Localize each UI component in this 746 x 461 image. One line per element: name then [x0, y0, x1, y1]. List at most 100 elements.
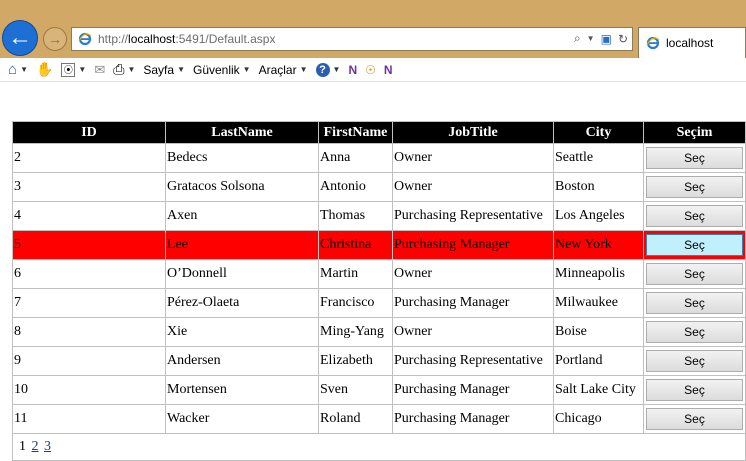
- browser-tab[interactable]: localhost: [638, 27, 746, 58]
- cell-firstname: Ming-Yang: [318, 317, 393, 347]
- cell-city: Salt Lake City: [553, 375, 644, 405]
- select-button[interactable]: Seç: [646, 147, 743, 169]
- select-button[interactable]: Seç: [646, 292, 743, 314]
- chevron-down-icon: ▼: [242, 65, 251, 74]
- cell-jobtitle: Owner: [392, 172, 554, 202]
- chevron-down-icon[interactable]: ▼: [587, 34, 595, 43]
- cell-jobtitle: Owner: [392, 143, 554, 173]
- cell-selection: Seç: [643, 375, 746, 405]
- send-to-onenote-button[interactable]: N: [384, 60, 393, 80]
- table-row: 7 Pérez-Olaeta Francisco Purchasing Manager…: [12, 288, 746, 318]
- cell-lastname: Gratacos Solsona: [165, 172, 319, 202]
- cell-firstname: Elizabeth: [318, 346, 393, 376]
- chevron-down-icon: ▼: [127, 65, 136, 74]
- cell-city: Minneapolis: [553, 259, 644, 289]
- cell-selection: Seç: [643, 317, 746, 347]
- cell-jobtitle: Purchasing Representative: [392, 201, 554, 231]
- cell-id: 2: [12, 143, 166, 173]
- help-icon: ?: [315, 62, 330, 77]
- menu-tools-label: Araçlar: [258, 62, 297, 77]
- select-button[interactable]: Seç: [646, 263, 743, 285]
- pager-row: 1 2 3: [12, 433, 746, 461]
- menu-page[interactable]: Sayfa ▼: [143, 60, 185, 80]
- cell-city: Milwaukee: [553, 288, 644, 318]
- onenote-button[interactable]: N: [348, 60, 357, 80]
- command-bar: ⌂ ▼ ✋ ⦿ ▼ ✉ ⎙ ▼ Sayfa ▼ Güvenlik ▼ Araçl…: [0, 58, 746, 82]
- cell-jobtitle: Purchasing Representative: [392, 346, 554, 376]
- mail-button[interactable]: ✉: [94, 60, 105, 80]
- feeds-button[interactable]: ⦿ ▼: [61, 60, 86, 80]
- home-icon: ⌂: [8, 61, 18, 78]
- browser-titlebar: ← → http://localhost:5491/Default.aspx ⌕…: [0, 0, 746, 58]
- cell-firstname: Anna: [318, 143, 393, 173]
- cell-city: Portland: [553, 346, 644, 376]
- pager: 1 2 3: [12, 433, 746, 461]
- arrow-left-icon: ←: [8, 24, 32, 51]
- table-row: 5 Lee Christina Purchasing Manager New York S…: [12, 230, 746, 260]
- cell-lastname: Lee: [165, 230, 319, 260]
- select-button[interactable]: Seç: [646, 379, 743, 401]
- url-protocol: http://: [98, 32, 129, 46]
- cell-lastname: Bedecs: [165, 143, 319, 173]
- header-lastname: LastName: [165, 121, 319, 144]
- cell-selection: Seç: [643, 259, 746, 289]
- select-button[interactable]: Seç: [646, 234, 743, 256]
- back-button[interactable]: ←: [2, 20, 38, 56]
- home-button[interactable]: ⌂ ▼: [8, 60, 28, 80]
- research-button[interactable]: ☉: [365, 60, 376, 80]
- cell-jobtitle: Purchasing Manager: [392, 375, 554, 405]
- rss-icon: ⦿: [61, 62, 76, 77]
- cell-selection: Seç: [643, 143, 746, 173]
- select-button[interactable]: Seç: [646, 321, 743, 343]
- cell-selection: Seç: [643, 201, 746, 231]
- select-button[interactable]: Seç: [646, 205, 743, 227]
- print-button[interactable]: ⎙ ▼: [113, 60, 135, 80]
- chevron-down-icon: ▼: [78, 65, 87, 74]
- table-row: 6 O’Donnell Martin Owner Minneapolis Seç: [12, 259, 746, 289]
- cell-id: 6: [12, 259, 166, 289]
- cell-city: Chicago: [553, 404, 644, 434]
- refresh-icon[interactable]: ↻: [618, 32, 628, 46]
- header-selection: Seçim: [643, 121, 746, 144]
- hand-tool-button[interactable]: ✋: [36, 60, 53, 80]
- ie-logo-icon: [77, 31, 93, 47]
- pager-link-page[interactable]: 2: [32, 439, 39, 454]
- menu-security[interactable]: Güvenlik ▼: [193, 60, 251, 80]
- cell-city: Boston: [553, 172, 644, 202]
- grid-header-row: ID LastName FirstName JobTitle City Seçi…: [12, 121, 746, 144]
- cell-selection: Seç: [643, 230, 746, 260]
- pager-link-page[interactable]: 3: [44, 439, 51, 454]
- menu-security-label: Güvenlik: [192, 62, 240, 77]
- help-button[interactable]: ? ▼: [315, 60, 340, 80]
- cell-id: 9: [12, 346, 166, 376]
- table-row: 2 Bedecs Anna Owner Seattle Seç: [12, 143, 746, 173]
- cell-lastname: Axen: [165, 201, 319, 231]
- cell-firstname: Roland: [318, 404, 393, 434]
- select-button[interactable]: Seç: [646, 350, 743, 372]
- compatibility-view-icon[interactable]: ▣: [601, 32, 612, 46]
- cell-id: 10: [12, 375, 166, 405]
- search-icon[interactable]: ⌕: [574, 31, 581, 46]
- cell-jobtitle: Owner: [392, 259, 554, 289]
- header-firstname: FirstName: [318, 121, 393, 144]
- cell-firstname: Martin: [318, 259, 393, 289]
- cell-firstname: Christina: [318, 230, 393, 260]
- table-row: 3 Gratacos Solsona Antonio Owner Boston Seç: [12, 172, 746, 202]
- select-button[interactable]: Seç: [646, 408, 743, 430]
- research-icon: ☉: [365, 62, 376, 77]
- arrow-right-icon: →: [48, 31, 62, 47]
- cell-firstname: Sven: [318, 375, 393, 405]
- table-row: 4 Axen Thomas Purchasing Representative Los …: [12, 201, 746, 231]
- address-bar[interactable]: http://localhost:5491/Default.aspx ⌕ ▼ ▣…: [71, 27, 633, 51]
- employees-grid: ID LastName FirstName JobTitle City Seçi…: [12, 121, 746, 461]
- onenote-icon: N: [348, 62, 358, 77]
- cell-id: 7: [12, 288, 166, 318]
- cell-firstname: Thomas: [318, 201, 393, 231]
- menu-tools[interactable]: Araçlar ▼: [259, 60, 308, 80]
- forward-button[interactable]: →: [43, 27, 67, 51]
- cell-city: Los Angeles: [553, 201, 644, 231]
- select-button[interactable]: Seç: [646, 176, 743, 198]
- mail-icon: ✉: [94, 61, 106, 77]
- cell-city: Seattle: [553, 143, 644, 173]
- table-row: 11 Wacker Roland Purchasing Manager Chicago S…: [12, 404, 746, 434]
